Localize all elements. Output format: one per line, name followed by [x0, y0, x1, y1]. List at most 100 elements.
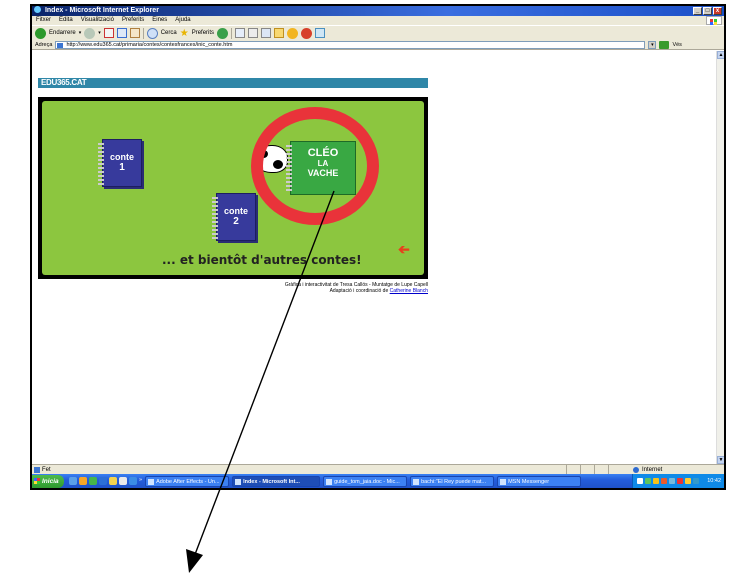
tray-icon[interactable]: [637, 478, 643, 484]
status-cells: [566, 465, 622, 474]
title-bar[interactable]: Index - Microsoft Internet Explorer _ □ …: [32, 6, 724, 16]
credits: Gràfica i interactivitat de Tresa Callós…: [38, 282, 428, 294]
status-text: Fet: [42, 467, 51, 473]
address-dropdown-button[interactable]: ▾: [648, 40, 657, 49]
maximize-button[interactable]: □: [703, 7, 712, 15]
quick-launch: »: [69, 477, 142, 485]
site-banner[interactable]: EDU365.CAT: [38, 78, 428, 88]
windows-logo-icon: [706, 16, 722, 25]
menu-file[interactable]: Fitxer: [36, 16, 51, 25]
ie-icon[interactable]: [99, 477, 107, 485]
search-button-label[interactable]: Cerca: [161, 30, 177, 36]
dropdown-icon[interactable]: ▾: [79, 30, 82, 36]
zone-label: Internet: [642, 467, 663, 473]
address-input[interactable]: http://www.edu365.cat/primaria/contes/co…: [55, 40, 646, 49]
folder-icon[interactable]: [109, 477, 117, 485]
start-button[interactable]: Inicia: [32, 474, 64, 488]
toolbar: Endarrere ▾ ▾ Cerca ★ Preferits: [32, 25, 724, 40]
scroll-down-icon[interactable]: ▼: [717, 456, 724, 464]
book-conte-1[interactable]: conte 1: [98, 139, 142, 187]
tray-icon[interactable]: [669, 478, 675, 484]
vertical-scrollbar[interactable]: ▲ ▼: [716, 51, 724, 464]
minimize-button[interactable]: _: [693, 7, 702, 15]
stop-icon[interactable]: [103, 28, 114, 38]
menu-edit[interactable]: Edita: [59, 16, 73, 25]
clock: 10:42: [707, 478, 721, 484]
chat-icon: [413, 478, 420, 485]
media-icon[interactable]: [301, 27, 313, 39]
quicklaunch-more[interactable]: »: [139, 477, 142, 485]
search-icon[interactable]: [119, 477, 127, 485]
task-label: guide_tom_jaia.doc - Mic...: [334, 478, 400, 485]
book-number: 1: [119, 162, 125, 173]
help-icon[interactable]: [129, 477, 137, 485]
scroll-up-icon[interactable]: ▲: [717, 51, 724, 59]
search-icon[interactable]: [146, 27, 158, 39]
book-conte-2[interactable]: conte 2: [212, 193, 256, 241]
coming-soon-caption: ... et bientôt d'autres contes!: [162, 253, 362, 267]
messenger-icon[interactable]: [287, 27, 299, 39]
window-controls: _ □ x: [693, 7, 722, 15]
go-button-label[interactable]: Vés: [672, 40, 681, 50]
page-content: EDU365.CAT conte 1 conte 2 CLÉO LA VACHE…: [32, 51, 718, 464]
history-icon[interactable]: [217, 27, 229, 39]
tray-icon[interactable]: [653, 478, 659, 484]
folder-icon[interactable]: [274, 28, 285, 38]
go-arrow-icon[interactable]: [659, 40, 670, 49]
task-label: MSN Messenger: [508, 478, 550, 485]
desktop-icon[interactable]: [69, 477, 77, 485]
research-icon[interactable]: [315, 28, 326, 38]
print-icon[interactable]: [248, 28, 259, 38]
taskbar: Inicia » Adobe After Effects - Un... Ind…: [32, 474, 724, 488]
address-bar: Adreça http://www.edu365.cat/primaria/co…: [32, 40, 724, 50]
browser-icon[interactable]: [79, 477, 87, 485]
toolbar-separator: [231, 27, 233, 39]
windows-flag-icon: [34, 477, 40, 484]
task-after-effects[interactable]: Adobe After Effects - Un...: [145, 475, 230, 487]
forward-arrow-icon[interactable]: [84, 27, 96, 39]
edit-icon[interactable]: [261, 28, 272, 38]
app-icon: [148, 478, 155, 485]
screenshot-stage: Index - Microsoft Internet Explorer _ □ …: [0, 0, 735, 577]
story-menu-background: conte 1 conte 2 CLÉO LA VACHE ... et bie…: [42, 101, 424, 275]
ie-icon: [235, 478, 242, 485]
spiral-binding: [212, 197, 218, 239]
tray-icon[interactable]: [661, 478, 667, 484]
menu-tools[interactable]: Eines: [152, 16, 167, 25]
task-label: bachi:"El Rey puede mat...: [421, 478, 486, 485]
back-button-label[interactable]: Endarrere: [49, 30, 76, 36]
story-menu-panel: conte 1 conte 2 CLÉO LA VACHE ... et bie…: [38, 97, 428, 279]
credits-line-2: Adaptació i coordinació de Catherine Bla…: [38, 288, 428, 294]
volume-icon[interactable]: [677, 478, 683, 484]
task-internet-explorer[interactable]: Index - Microsoft Int...: [232, 475, 321, 487]
globe-icon: [633, 467, 639, 473]
menu-bar: Fitxer Edita Visualització Preferits Ein…: [32, 16, 724, 25]
book-word: conte: [109, 152, 134, 162]
messenger-icon[interactable]: [89, 477, 97, 485]
page-icon: [57, 42, 64, 48]
network-icon[interactable]: [693, 478, 699, 484]
address-label: Adreça: [35, 41, 53, 48]
refresh-icon[interactable]: [116, 28, 127, 38]
home-icon[interactable]: [129, 28, 140, 38]
task-chat[interactable]: bachi:"El Rey puede mat...: [410, 475, 495, 487]
credits-prefix: Adaptació i coordinació de: [329, 288, 390, 294]
back-arrow-icon[interactable]: ➔: [398, 241, 410, 258]
status-bar: Fet Internet: [32, 464, 724, 474]
task-word-document[interactable]: guide_tom_jaia.doc - Mic...: [323, 475, 408, 487]
tray-icon[interactable]: [645, 478, 651, 484]
menu-view[interactable]: Visualització: [81, 16, 114, 25]
favorites-button-label[interactable]: Preferits: [192, 30, 214, 36]
back-arrow-icon[interactable]: [35, 27, 46, 39]
coordinator-link[interactable]: Catherine Blanch: [390, 288, 428, 294]
dropdown-icon[interactable]: ▾: [98, 30, 101, 36]
start-label: Inicia: [42, 477, 59, 485]
menu-help[interactable]: Ajuda: [175, 16, 190, 25]
close-button[interactable]: x: [713, 7, 722, 15]
menu-favorites[interactable]: Preferits: [122, 16, 144, 25]
task-msn-messenger[interactable]: MSN Messenger: [497, 475, 582, 487]
word-icon: [326, 478, 333, 485]
favorites-star-icon[interactable]: ★: [180, 28, 189, 39]
mail-icon[interactable]: [235, 28, 246, 38]
tray-icon[interactable]: [685, 478, 691, 484]
